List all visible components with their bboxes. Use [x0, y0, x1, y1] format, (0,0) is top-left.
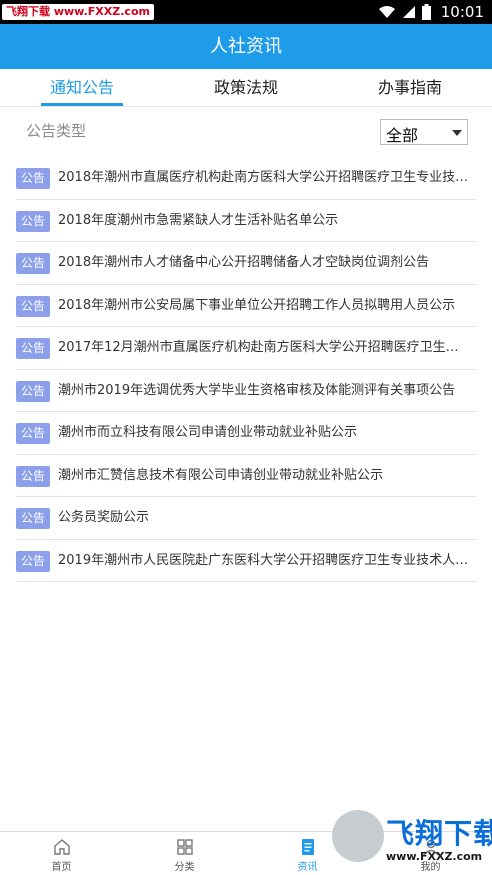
nav-label: 分类: [174, 862, 195, 873]
status-bar: 飞翔下载 www.FXXZ.com 10:01: [0, 0, 492, 24]
list-item[interactable]: 公告 潮州市汇赞信息技术有限公司申请创业带动就业补贴公示: [16, 455, 476, 497]
grid-icon: [176, 839, 193, 855]
news-icon: [301, 839, 314, 855]
notice-title: 2017年12月潮州市直属医疗机构赴南方医科大学公开招聘医疗卫生专业…: [58, 340, 470, 355]
notice-type-select[interactable]: 全部: [380, 119, 468, 145]
nav-category[interactable]: 分类: [123, 832, 246, 875]
home-icon: [53, 839, 70, 855]
notice-badge: 公告: [16, 508, 50, 529]
notice-badge: 公告: [16, 210, 50, 232]
list-item[interactable]: 公告 2019年潮州市人民医院赴广东医科大学公开招聘医疗卫生专业技术人员…: [16, 540, 476, 582]
list-item[interactable]: 公告 2018年潮州市人才储备中心公开招聘储备人才空缺岗位调剂公告: [16, 242, 476, 285]
list-item[interactable]: 公告 2017年12月潮州市直属医疗机构赴南方医科大学公开招聘医疗卫生专业…: [16, 327, 476, 370]
notice-badge: 公告: [16, 465, 50, 487]
signal-icon: [402, 6, 415, 18]
select-value: 全部: [386, 126, 419, 145]
watermark-top: 飞翔下载 www.FXXZ.com: [2, 4, 154, 20]
nav-label: 首页: [51, 862, 72, 873]
caret-down-icon: [452, 130, 462, 136]
app-bar: 人社资讯: [0, 24, 492, 69]
status-icons: 10:01: [378, 0, 484, 24]
tab-guides[interactable]: 办事指南: [364, 69, 456, 107]
battery-icon: [421, 4, 431, 20]
notice-title: 潮州市而立科技有限公司申请创业带动就业补贴公示: [58, 425, 358, 440]
list-item[interactable]: 公告 公务员奖励公示: [16, 497, 476, 540]
tab-bar: 通知公告 政策法规 办事指南: [0, 69, 492, 107]
tab-active-indicator: [41, 103, 123, 106]
notice-badge: 公告: [16, 295, 50, 317]
page-title: 人社资讯: [210, 36, 282, 57]
list-item[interactable]: 公告 潮州市2019年选调优秀大学毕业生资格审核及体能测评有关事项公告: [16, 370, 476, 412]
notice-title: 2019年潮州市人民医院赴广东医科大学公开招聘医疗卫生专业技术人员…: [58, 552, 470, 568]
list-item[interactable]: 公告 2018年潮州市直属医疗机构赴南方医科大学公开招聘医疗卫生专业技术…: [16, 157, 476, 200]
watermark-bottom: 飞翔下载 www.FXXZ.com: [330, 806, 492, 872]
notice-badge: 公告: [16, 423, 50, 444]
list-item[interactable]: 公告 2018年潮州市公安局属下事业单位公开招聘工作人员拟聘用人员公示: [16, 285, 476, 327]
notice-badge: 公告: [16, 253, 50, 274]
watermark-url: www.FXXZ.com: [386, 850, 483, 863]
notice-title: 2018年潮州市直属医疗机构赴南方医科大学公开招聘医疗卫生专业技术…: [58, 170, 470, 185]
notice-badge: 公告: [16, 338, 50, 359]
notice-badge: 公告: [16, 380, 50, 402]
notice-badge: 公告: [16, 168, 50, 189]
tab-policies[interactable]: 政策法规: [200, 69, 292, 107]
list-item[interactable]: 公告 2018年度潮州市急需紧缺人才生活补贴名单公示: [16, 200, 476, 242]
watermark-logo-icon: [332, 810, 384, 862]
nav-home[interactable]: 首页: [0, 832, 123, 875]
status-time: 10:01: [440, 3, 484, 21]
notice-title: 公务员奖励公示: [58, 510, 150, 525]
notice-title: 2018年潮州市公安局属下事业单位公开招聘工作人员拟聘用人员公示: [58, 297, 456, 313]
wifi-icon: [378, 6, 395, 18]
filter-label: 公告类型: [26, 122, 87, 140]
notice-title: 潮州市2019年选调优秀大学毕业生资格审核及体能测评有关事项公告: [58, 382, 456, 398]
list-item[interactable]: 公告 潮州市而立科技有限公司申请创业带动就业补贴公示: [16, 412, 476, 455]
notice-badge: 公告: [16, 550, 50, 572]
notice-title: 潮州市汇赞信息技术有限公司申请创业带动就业补贴公示: [58, 467, 384, 483]
notice-title: 2018年潮州市人才储备中心公开招聘储备人才空缺岗位调剂公告: [58, 255, 430, 270]
notice-title: 2018年度潮州市急需紧缺人才生活补贴名单公示: [58, 212, 339, 228]
tab-notices[interactable]: 通知公告: [41, 69, 123, 107]
watermark-brand: 飞翔下载: [386, 817, 492, 850]
notice-list: 公告 2018年潮州市直属医疗机构赴南方医科大学公开招聘医疗卫生专业技术… 公告…: [16, 157, 476, 582]
